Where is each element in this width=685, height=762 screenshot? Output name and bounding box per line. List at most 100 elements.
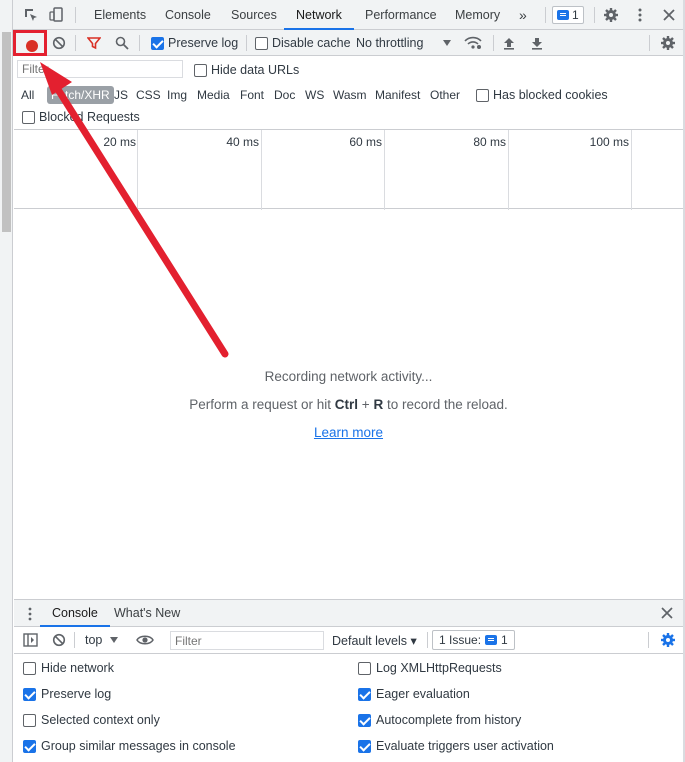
- export-har-icon[interactable]: [530, 34, 544, 52]
- filter-funnel-icon[interactable]: [87, 34, 101, 52]
- log-xhr-label: Log XMLHttpRequests: [376, 661, 502, 675]
- type-filter-manifest[interactable]: Manifest: [373, 86, 422, 104]
- preserve-log-option[interactable]: Preserve log: [23, 686, 111, 702]
- close-devtools-icon[interactable]: [661, 7, 677, 23]
- console-filter-input[interactable]: [170, 631, 324, 650]
- clear-console-icon[interactable]: [52, 633, 66, 650]
- separator: [648, 632, 649, 648]
- scrollbar-thumb[interactable]: [2, 32, 11, 232]
- autocomplete-history-check-box[interactable]: [358, 713, 371, 727]
- eager-evaluation-option[interactable]: Eager evaluation: [358, 686, 470, 702]
- tab-elements[interactable]: Elements: [94, 0, 146, 30]
- type-filter-media[interactable]: Media: [195, 86, 232, 104]
- separator: [649, 35, 650, 51]
- issues-label: 1 Issue:: [439, 633, 482, 647]
- console-toolbar: top Default levels ▾ 1 Issue: 1: [14, 627, 683, 654]
- filter-input[interactable]: [17, 60, 183, 78]
- tab-console[interactable]: Console: [165, 0, 211, 30]
- blocked-requests-checkbox[interactable]: Blocked Requests: [22, 108, 140, 126]
- autocomplete-history-option[interactable]: Autocomplete from history: [358, 712, 521, 728]
- throttling-dropdown-icon[interactable]: [442, 34, 452, 52]
- issue-message-icon: [557, 10, 569, 20]
- log-xmlhttprequests-option[interactable]: Log XMLHttpRequests: [358, 660, 502, 676]
- network-overview-timeline[interactable]: 20 ms 40 ms 60 ms 80 ms 100 ms: [14, 129, 683, 210]
- hide-network-option[interactable]: Hide network: [23, 660, 114, 676]
- selected-context-only-label: Selected context only: [41, 713, 160, 727]
- selected-context-only-option[interactable]: Selected context only: [23, 712, 160, 728]
- search-icon[interactable]: [115, 34, 129, 52]
- evaluate-triggers-label: Evaluate triggers user activation: [376, 739, 554, 753]
- tab-network[interactable]: Network: [284, 0, 354, 30]
- left-scroll-gutter: [0, 0, 13, 762]
- drawer-menu-icon[interactable]: [24, 606, 36, 625]
- hide-data-urls-checkbox[interactable]: Hide data URLs: [194, 61, 299, 79]
- type-filter-all[interactable]: All: [19, 86, 36, 104]
- console-preserve-log-check-box[interactable]: [23, 687, 36, 701]
- type-filter-fetch-xhr[interactable]: Fetch/XHR: [47, 86, 114, 104]
- hide-data-urls-check-box[interactable]: [194, 63, 207, 77]
- group-similar-check-box[interactable]: [23, 739, 36, 753]
- tab-sources[interactable]: Sources: [231, 0, 277, 30]
- customize-menu-icon[interactable]: [632, 7, 648, 23]
- close-drawer-icon[interactable]: [660, 606, 674, 623]
- throttling-select[interactable]: No throttling: [356, 34, 423, 52]
- device-toolbar-icon[interactable]: [49, 7, 65, 23]
- issue-message-icon: [485, 635, 498, 645]
- preserve-log-checkbox[interactable]: Preserve log: [151, 34, 238, 52]
- console-sidebar-icon[interactable]: [23, 633, 38, 650]
- group-similar-option[interactable]: Group similar messages in console: [23, 738, 236, 754]
- evaluate-triggers-option[interactable]: Evaluate triggers user activation: [358, 738, 554, 754]
- disable-cache-checkbox[interactable]: Disable cache: [255, 34, 351, 52]
- type-filter-font[interactable]: Font: [238, 86, 266, 104]
- separator: [75, 7, 76, 23]
- console-settings-gear-icon[interactable]: [660, 632, 676, 651]
- clear-icon[interactable]: [52, 34, 66, 52]
- more-tabs-icon[interactable]: »: [519, 0, 527, 30]
- timeline-tick-label: 60 ms: [349, 135, 382, 149]
- network-conditions-icon[interactable]: [464, 34, 482, 52]
- console-issues-button[interactable]: 1 Issue: 1: [432, 630, 515, 650]
- has-blocked-cookies-check-box[interactable]: [476, 88, 489, 102]
- type-filter-ws[interactable]: WS: [303, 86, 326, 104]
- settings-gear-icon[interactable]: [603, 7, 619, 23]
- import-har-icon[interactable]: [502, 34, 516, 52]
- has-blocked-cookies-checkbox[interactable]: Has blocked cookies: [476, 86, 608, 104]
- hide-network-check-box[interactable]: [23, 661, 36, 675]
- type-filter-wasm[interactable]: Wasm: [331, 86, 369, 104]
- throttling-value: No throttling: [356, 36, 424, 50]
- separator: [75, 35, 76, 51]
- disable-cache-check-box[interactable]: [255, 36, 268, 50]
- inspect-element-icon[interactable]: [23, 7, 39, 23]
- type-filter-other[interactable]: Other: [428, 86, 462, 104]
- tab-performance[interactable]: Performance: [365, 0, 437, 30]
- live-expression-eye-icon[interactable]: [136, 633, 154, 650]
- evaluate-triggers-check-box[interactable]: [358, 739, 371, 753]
- issues-button[interactable]: 1: [552, 6, 584, 24]
- context-selector[interactable]: top: [85, 633, 118, 647]
- selected-context-only-check-box[interactable]: [23, 713, 36, 727]
- separator: [493, 35, 494, 51]
- record-button[interactable]: [13, 30, 47, 56]
- eager-evaluation-check-box[interactable]: [358, 687, 371, 701]
- separator: [139, 35, 140, 51]
- network-settings-gear-icon[interactable]: [660, 34, 676, 52]
- type-filter-doc[interactable]: Doc: [272, 86, 297, 104]
- network-toolbar: Preserve log Disable cache No throttling: [13, 30, 683, 56]
- drawer-tab-console[interactable]: Console: [40, 600, 110, 627]
- type-filter-img[interactable]: Img: [165, 86, 189, 104]
- timeline-tick-label: 40 ms: [226, 135, 259, 149]
- preserve-log-check-box[interactable]: [151, 36, 164, 50]
- drawer-tab-whats-new[interactable]: What's New: [114, 600, 180, 627]
- hide-data-urls-label: Hide data URLs: [211, 63, 300, 77]
- learn-more-link[interactable]: Learn more: [314, 425, 383, 440]
- default-levels-dropdown[interactable]: Default levels ▾: [332, 633, 417, 648]
- type-filter-css[interactable]: CSS: [134, 86, 163, 104]
- separator: [246, 35, 247, 51]
- reload-hint-suffix: to record the reload.: [383, 397, 508, 412]
- tab-memory[interactable]: Memory: [455, 0, 500, 30]
- devtools-tab-bar: Elements Console Sources Network Perform…: [13, 0, 683, 30]
- blocked-requests-check-box[interactable]: [22, 110, 35, 124]
- shortcut-key-r: R: [373, 397, 384, 412]
- type-filter-js[interactable]: JS: [112, 86, 130, 104]
- log-xhr-check-box[interactable]: [358, 661, 371, 675]
